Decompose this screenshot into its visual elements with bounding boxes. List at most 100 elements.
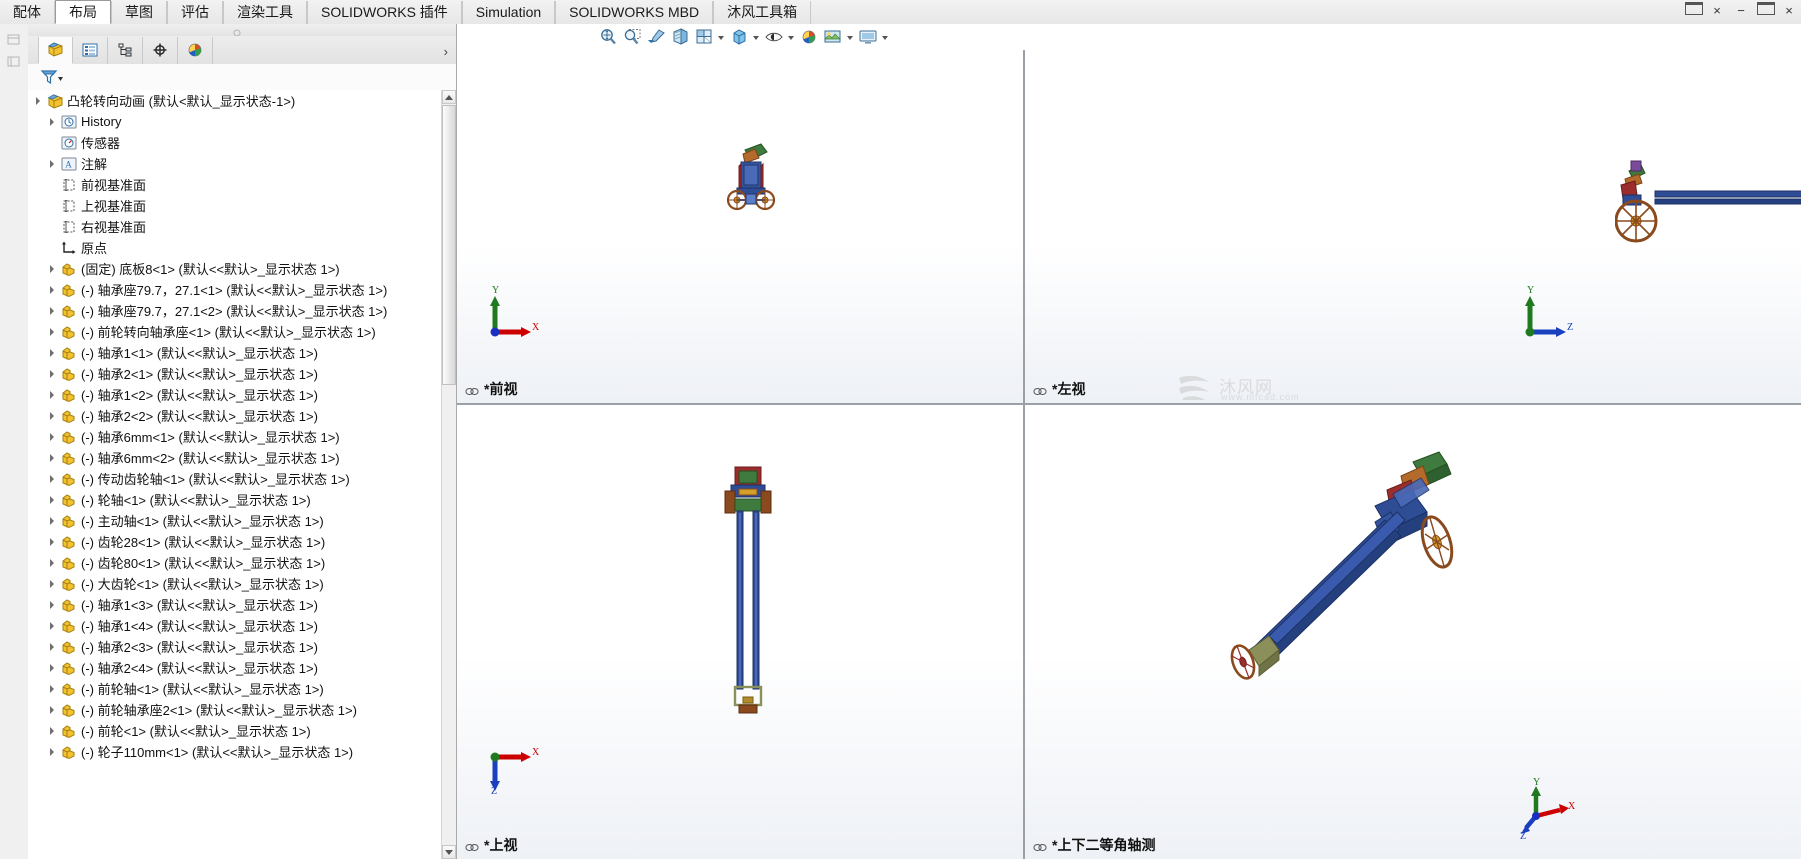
horizontal-viewport-splitter[interactable] xyxy=(457,403,1801,405)
previous-view-icon[interactable] xyxy=(645,27,667,47)
tree-item[interactable]: 原点 xyxy=(28,237,442,258)
restore-document-icon[interactable] xyxy=(1685,2,1703,20)
expand-arrow-icon[interactable] xyxy=(48,495,58,505)
expand-arrow-icon[interactable] xyxy=(48,558,58,568)
scroll-down-arrow-icon[interactable] xyxy=(442,845,456,859)
hide-show-dropdown-icon[interactable] xyxy=(787,27,796,47)
configuration-manager-tab[interactable] xyxy=(108,36,143,64)
rail-pin-icon[interactable] xyxy=(6,32,22,48)
expand-arrow-icon[interactable] xyxy=(48,159,58,169)
expand-arrow-icon[interactable] xyxy=(48,369,58,379)
tab-layout[interactable]: 布局 xyxy=(55,0,111,24)
tree-item[interactable]: (-) 前轮<1> (默认<<默认>_显示状态 1>) xyxy=(28,720,442,741)
viewport-left-view[interactable]: Y Z *左视 xyxy=(1025,50,1801,403)
expand-arrow-icon[interactable] xyxy=(48,453,58,463)
viewport-trimetric-view[interactable]: Y X Z *上下二等角轴测 xyxy=(1025,405,1801,859)
tree-item[interactable]: (-) 前轮转向轴承座<1> (默认<<默认>_显示状态 1>) xyxy=(28,321,442,342)
expand-arrow-icon[interactable] xyxy=(48,306,58,316)
tree-item[interactable]: (-) 轴承6mm<1> (默认<<默认>_显示状态 1>) xyxy=(28,426,442,447)
tree-item[interactable]: (-) 传动齿轮轴<1> (默认<<默认>_显示状态 1>) xyxy=(28,468,442,489)
tab-simulation[interactable]: Simulation xyxy=(461,1,556,24)
tab-mufeng-toolbox[interactable]: 沐风工具箱 xyxy=(713,1,812,24)
expand-arrow-icon[interactable] xyxy=(48,726,58,736)
tree-item[interactable]: (-) 轴承1<4> (默认<<默认>_显示状态 1>) xyxy=(28,615,442,636)
tree-scrollbar[interactable] xyxy=(441,90,456,859)
pin-icon[interactable] xyxy=(1033,384,1047,395)
tree-item[interactable]: (-) 轴承2<2> (默认<<默认>_显示状态 1>) xyxy=(28,405,442,426)
tab-solidworks-addins[interactable]: SOLIDWORKS 插件 xyxy=(307,1,462,24)
tree-item[interactable]: (-) 轴承座79.7，27.1<2> (默认<<默认>_显示状态 1>) xyxy=(28,300,442,321)
expand-arrow-icon[interactable] xyxy=(48,264,58,274)
tree-item[interactable]: (-) 轴承1<1> (默认<<默认>_显示状态 1>) xyxy=(28,342,442,363)
tree-item[interactable]: (-) 大齿轮<1> (默认<<默认>_显示状态 1>) xyxy=(28,573,442,594)
expand-arrow-icon[interactable] xyxy=(48,285,58,295)
tab-solidworks-mbd[interactable]: SOLIDWORKS MBD xyxy=(555,1,714,24)
filter-funnel-icon[interactable] xyxy=(40,68,66,89)
tree-item[interactable]: (-) 轴承2<4> (默认<<默认>_显示状态 1>) xyxy=(28,657,442,678)
property-manager-tab[interactable] xyxy=(73,36,108,64)
tree-item[interactable]: 传感器 xyxy=(28,132,442,153)
expand-arrow-icon[interactable] xyxy=(48,348,58,358)
feature-manager-design-tree-tab[interactable] xyxy=(38,36,73,64)
view-settings-icon[interactable] xyxy=(857,27,879,47)
viewport-top-view[interactable]: X Z *上视 xyxy=(457,405,1023,859)
graphics-area[interactable]: Y X *前视 Y Z *左视 X Z *上视 Y X Z *上下二等角轴测 沐… xyxy=(457,24,1801,859)
expand-arrow-icon[interactable] xyxy=(48,390,58,400)
rail-panel-icon[interactable] xyxy=(6,54,22,70)
apply-scene-icon[interactable] xyxy=(822,27,844,47)
expand-arrow-icon[interactable] xyxy=(48,600,58,610)
expand-arrow-icon[interactable] xyxy=(48,516,58,526)
expand-arrow-icon[interactable] xyxy=(48,117,58,127)
close-document-icon[interactable]: × xyxy=(1709,2,1725,20)
pin-icon[interactable] xyxy=(465,840,479,851)
tree-item[interactable]: (-) 齿轮80<1> (默认<<默认>_显示状态 1>) xyxy=(28,552,442,573)
tree-item[interactable]: History xyxy=(28,111,442,132)
scroll-up-arrow-icon[interactable] xyxy=(442,90,456,104)
tree-item[interactable]: (-) 轴承2<1> (默认<<默认>_显示状态 1>) xyxy=(28,363,442,384)
tree-item[interactable]: 前视基准面 xyxy=(28,174,442,195)
tree-item[interactable]: (-) 轴承6mm<2> (默认<<默认>_显示状态 1>) xyxy=(28,447,442,468)
tree-item[interactable]: A 注解 xyxy=(28,153,442,174)
expand-arrow-icon[interactable] xyxy=(48,663,58,673)
display-style-dropdown-icon[interactable] xyxy=(752,27,761,47)
display-manager-tab[interactable] xyxy=(178,36,213,64)
tree-item[interactable]: (-) 前轮轴承座2<1> (默认<<默认>_显示状态 1>) xyxy=(28,699,442,720)
edit-appearance-icon[interactable] xyxy=(798,27,820,47)
expand-arrow-icon[interactable] xyxy=(34,96,44,106)
expand-arrow-icon[interactable] xyxy=(48,747,58,757)
display-style-icon[interactable] xyxy=(728,27,750,47)
expand-arrow-icon[interactable] xyxy=(48,642,58,652)
tree-item[interactable]: (固定) 底板8<1> (默认<<默认>_显示状态 1>) xyxy=(28,258,442,279)
expand-arrow-icon[interactable] xyxy=(48,474,58,484)
tab-render-tools[interactable]: 渲染工具 xyxy=(223,1,307,24)
zoom-to-area-icon[interactable] xyxy=(621,27,643,47)
tree-item[interactable]: (-) 齿轮28<1> (默认<<默认>_显示状态 1>) xyxy=(28,531,442,552)
expand-arrow-icon[interactable] xyxy=(48,411,58,421)
tree-item[interactable]: (-) 主动轴<1> (默认<<默认>_显示状态 1>) xyxy=(28,510,442,531)
dimxpert-manager-tab[interactable] xyxy=(143,36,178,64)
expand-arrow-icon[interactable] xyxy=(48,327,58,337)
tab-sketch[interactable]: 草图 xyxy=(111,1,167,24)
apply-scene-dropdown-icon[interactable] xyxy=(846,27,855,47)
pin-icon[interactable] xyxy=(465,384,479,395)
expand-arrow-icon[interactable] xyxy=(48,579,58,589)
tree-root-item[interactable]: 凸轮转向动画 (默认<默认_显示状态-1>) xyxy=(28,90,442,111)
tab-evaluate[interactable]: 评估 xyxy=(167,1,223,24)
tree-item[interactable]: (-) 轴承2<3> (默认<<默认>_显示状态 1>) xyxy=(28,636,442,657)
view-orientation-dropdown-icon[interactable] xyxy=(717,27,726,47)
expand-arrow-icon[interactable] xyxy=(48,705,58,715)
tree-item[interactable]: 右视基准面 xyxy=(28,216,442,237)
hide-show-items-icon[interactable] xyxy=(763,27,785,47)
maximize-window-icon[interactable] xyxy=(1757,2,1775,20)
viewport-front-view[interactable]: Y X *前视 xyxy=(457,50,1023,403)
tab-assembly[interactable]: 配体 xyxy=(0,1,55,24)
view-settings-dropdown-icon[interactable] xyxy=(881,27,890,47)
section-view-icon[interactable] xyxy=(669,27,691,47)
zoom-to-fit-icon[interactable] xyxy=(597,27,619,47)
tree-item[interactable]: (-) 轴承座79.7，27.1<1> (默认<<默认>_显示状态 1>) xyxy=(28,279,442,300)
scrollbar-thumb[interactable] xyxy=(442,105,456,385)
tree-item[interactable]: (-) 轴承1<2> (默认<<默认>_显示状态 1>) xyxy=(28,384,442,405)
tree-item[interactable]: (-) 轴承1<3> (默认<<默认>_显示状态 1>) xyxy=(28,594,442,615)
view-orientation-icon[interactable] xyxy=(693,27,715,47)
tree-item[interactable]: (-) 轮子110mm<1> (默认<<默认>_显示状态 1>) xyxy=(28,741,442,762)
